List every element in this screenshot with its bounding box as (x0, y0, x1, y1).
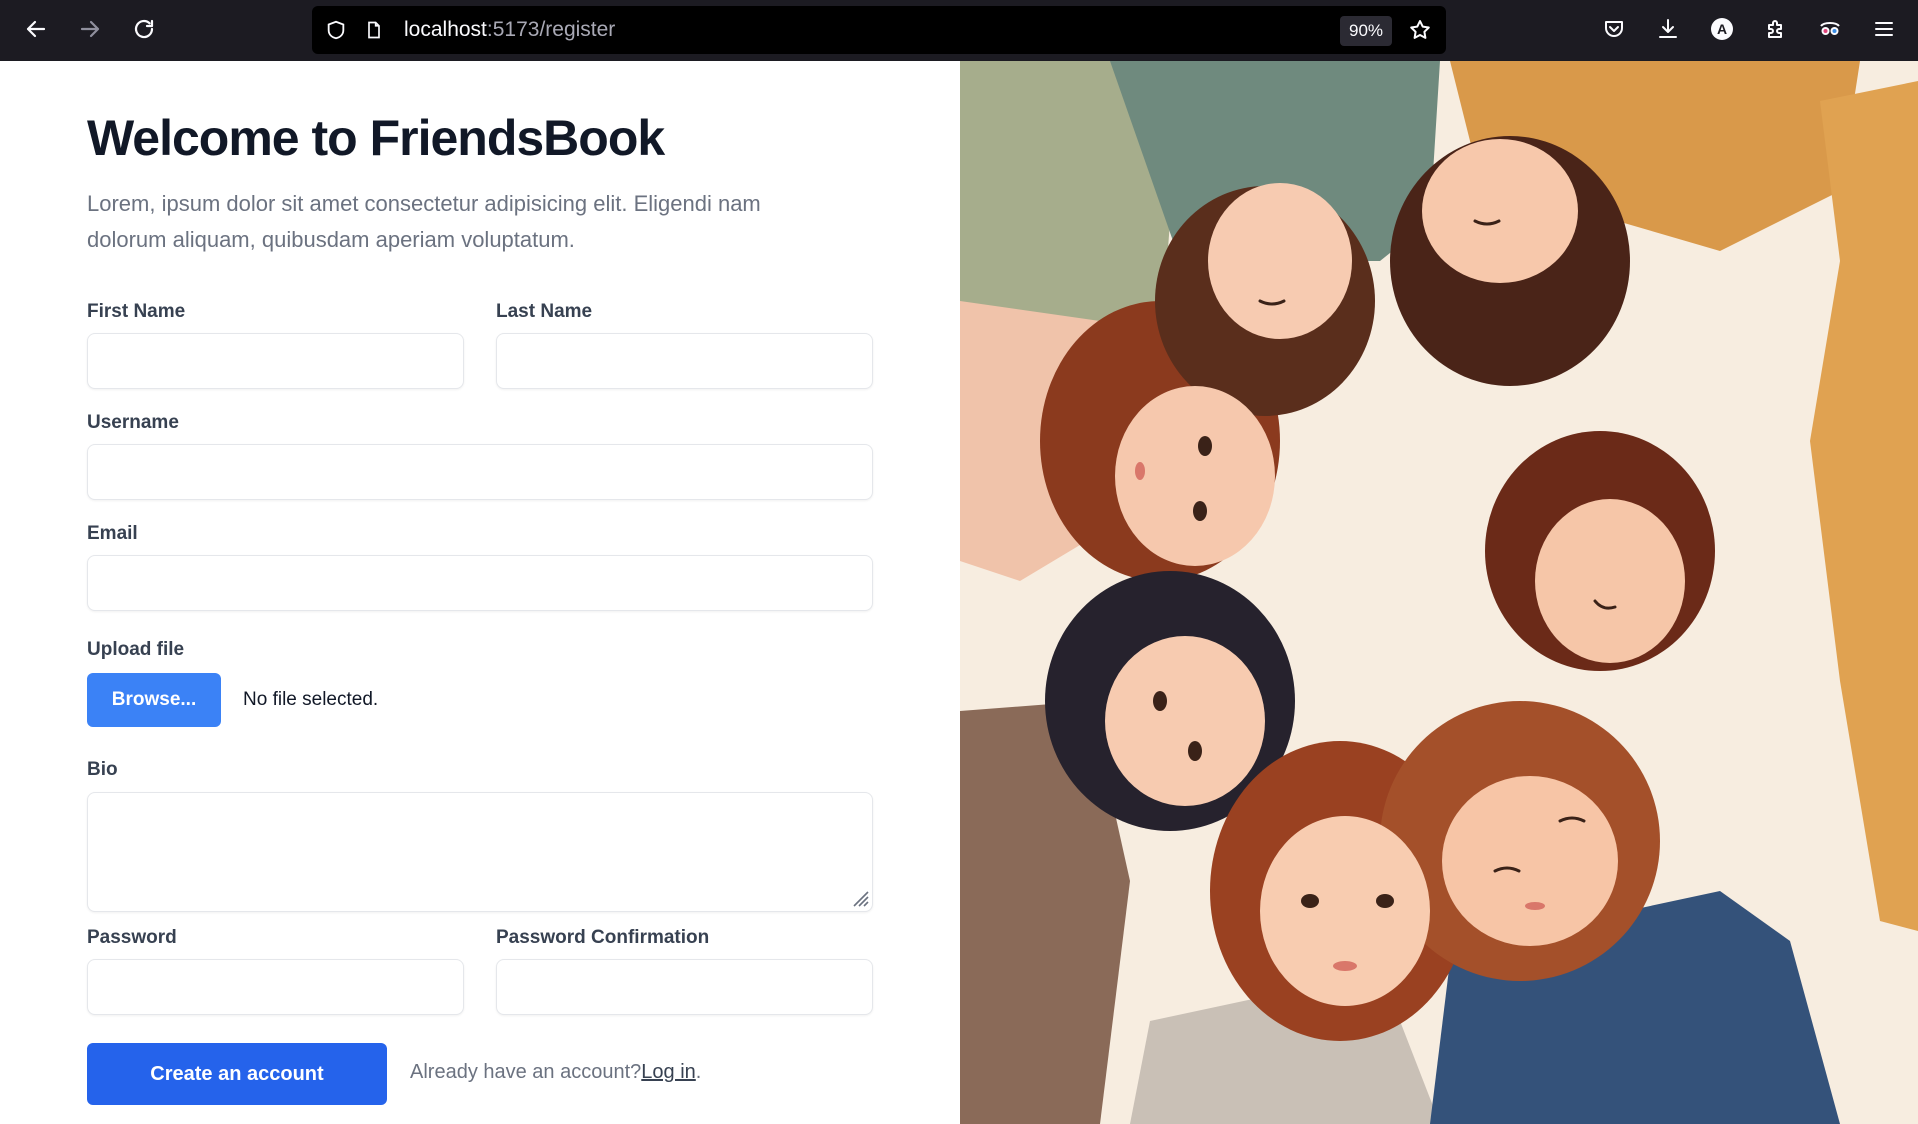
avatar-initial: A (1717, 21, 1727, 37)
login-link[interactable]: Log in (641, 1061, 696, 1083)
password-confirmation-input[interactable] (496, 959, 873, 1015)
username-label: Username (87, 412, 179, 433)
bio-label: Bio (87, 759, 118, 780)
password-label: Password (87, 927, 177, 948)
login-prompt-text: Already have an account? (410, 1061, 642, 1083)
intro-text: Lorem, ipsum dolor sit amet consectetur … (87, 191, 761, 252)
last-name-input[interactable] (496, 333, 873, 389)
login-prompt: Already have an account?Log in. (410, 1061, 701, 1084)
extensions-puzzle-icon[interactable] (1759, 12, 1793, 46)
browse-file-button[interactable]: Browse... (87, 673, 221, 727)
register-page: Welcome to FriendsBook Lorem, ipsum dolo… (0, 61, 1918, 1124)
back-arrow-icon[interactable] (19, 12, 53, 46)
first-name-label: First Name (87, 301, 186, 322)
first-name-input[interactable] (87, 333, 464, 389)
email-input[interactable] (87, 555, 873, 611)
page-icon[interactable] (362, 18, 386, 42)
download-icon[interactable] (1651, 12, 1685, 46)
email-label: Email (87, 523, 138, 544)
password-confirmation-label: Password Confirmation (496, 927, 710, 948)
pocket-icon[interactable] (1597, 12, 1631, 46)
hero-illustration (960, 61, 1918, 1124)
bookmark-star-icon[interactable] (1408, 18, 1432, 42)
shield-icon[interactable] (324, 18, 348, 42)
forward-arrow-icon[interactable] (73, 12, 107, 46)
username-input[interactable] (87, 444, 873, 500)
url-path: :5173/register (486, 18, 616, 41)
zoom-level-badge[interactable]: 90% (1340, 16, 1392, 46)
upload-file-label: Upload file (87, 639, 185, 660)
last-name-label: Last Name (496, 301, 593, 322)
account-avatar-icon[interactable]: A (1705, 12, 1739, 46)
bio-textarea[interactable] (87, 792, 873, 912)
address-bar[interactable]: localhost:5173/register 90% (312, 6, 1446, 54)
browser-toolbar: localhost:5173/register 90% A (0, 0, 1918, 61)
password-input[interactable] (87, 959, 464, 1015)
url-text[interactable]: localhost:5173/register (404, 18, 615, 42)
page-title: Welcome to FriendsBook (87, 110, 665, 166)
url-host: localhost (404, 18, 487, 41)
hamburger-menu-icon[interactable] (1867, 12, 1901, 46)
file-status-text: No file selected. (243, 689, 379, 710)
resize-grip-icon[interactable] (849, 887, 869, 907)
create-account-button[interactable]: Create an account (87, 1043, 387, 1105)
extension-glasses-icon[interactable] (1813, 12, 1847, 46)
login-suffix: . (695, 1061, 702, 1083)
reload-icon[interactable] (127, 12, 161, 46)
register-form-panel: Welcome to FriendsBook Lorem, ipsum dolo… (0, 61, 960, 1124)
friends-illustration (960, 61, 1918, 1124)
